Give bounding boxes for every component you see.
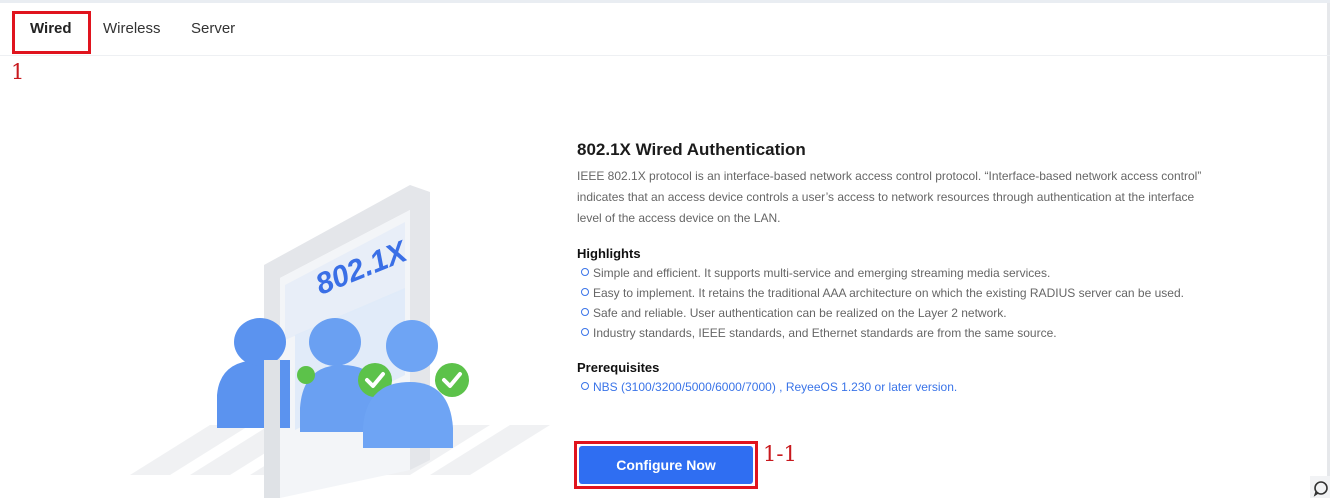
annotation-label-button: 1-1 <box>763 442 797 466</box>
bullet-circle-icon <box>581 382 589 390</box>
tab-bar: Wired Wireless Server <box>0 3 1330 56</box>
highlight-item: Industry standards, IEEE standards, and … <box>577 323 1207 343</box>
tab-server[interactable]: Server <box>191 20 235 37</box>
highlight-item: Simple and efficient. It supports multi-… <box>577 263 1207 283</box>
prerequisites-heading: Prerequisites <box>577 360 660 375</box>
highlights-heading: Highlights <box>577 246 641 261</box>
tab-wireless[interactable]: Wireless <box>103 20 161 37</box>
bullet-circle-icon <box>581 328 589 336</box>
highlight-item: Safe and reliable. User authentication c… <box>577 303 1207 323</box>
bullet-circle-icon <box>581 268 589 276</box>
feature-description-text: IEEE 802.1X protocol is an interface-bas… <box>577 169 1202 225</box>
highlight-item: Easy to implement. It retains the tradit… <box>577 283 1207 303</box>
chat-support-icon[interactable] <box>1310 476 1330 498</box>
prerequisite-item: NBS (3100/3200/5000/6000/7000) , ReyeeOS… <box>577 377 1207 397</box>
annotation-label-tab: 1 <box>11 60 25 84</box>
annotation-box-wired-tab <box>12 11 91 54</box>
check-icon <box>435 363 469 397</box>
bullet-circle-icon <box>581 288 589 296</box>
bullet-circle-icon <box>581 308 589 316</box>
feature-description: 802.1X Wired Authentication IEEE 802.1X … <box>577 140 1207 397</box>
annotation-box-configure-button <box>574 441 758 489</box>
authentication-illustration: 802.1X <box>130 185 550 498</box>
gate-pillar <box>264 360 280 498</box>
page-title: 802.1X Wired Authentication <box>577 140 806 159</box>
